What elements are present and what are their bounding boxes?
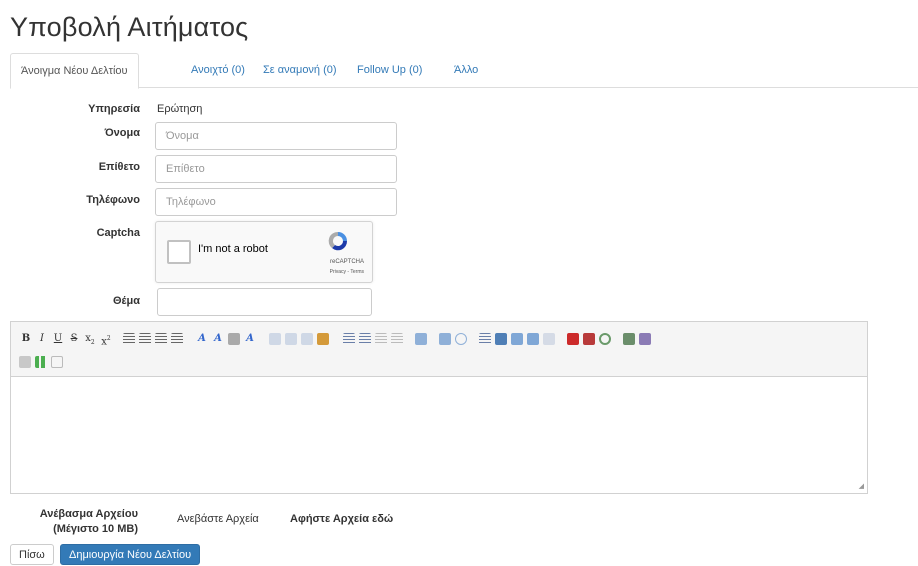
message-editor: B I U S x2 x2 A A A ◢: [10, 321, 868, 494]
table-icon[interactable]: [495, 333, 507, 345]
recaptcha-links[interactable]: Privacy - Terms: [330, 269, 364, 275]
rtl-icon[interactable]: [639, 333, 651, 345]
upload-label: Ανέβασμα Αρχείου (Μέγιστο 10 MB): [10, 507, 138, 537]
numbered-list-icon[interactable]: [359, 333, 371, 345]
align-left-icon[interactable]: [123, 333, 135, 345]
recaptcha-widget: I'm not a robot reCAPTCHA Privacy - Term…: [155, 221, 373, 283]
tab-open[interactable]: Ανοιχτό (0): [191, 53, 245, 86]
blocks-icon[interactable]: [35, 356, 47, 368]
service-value: Ερώτηση: [157, 103, 203, 115]
print-icon[interactable]: [19, 356, 31, 368]
paste-icon[interactable]: [301, 333, 313, 345]
name-label: Όνομα: [104, 127, 140, 139]
preview-icon[interactable]: [51, 356, 63, 368]
bold-icon[interactable]: B: [19, 332, 33, 346]
font-color-icon[interactable]: A: [195, 332, 209, 346]
recaptcha-brand: reCAPTCHA: [329, 259, 364, 265]
tab-pending[interactable]: Σε αναμονή (0): [263, 53, 337, 86]
phone-label: Τηλέφωνο: [86, 194, 140, 206]
remove-format-icon[interactable]: A: [243, 332, 257, 346]
align-justify-icon[interactable]: [171, 333, 183, 345]
editor-toolbar: B I U S x2 x2 A A A: [11, 322, 867, 377]
image-icon[interactable]: [511, 333, 523, 345]
horizontal-rule-icon[interactable]: [479, 333, 491, 345]
youtube-icon[interactable]: [567, 333, 579, 345]
align-center-icon[interactable]: [139, 333, 151, 345]
tab-new-ticket[interactable]: Άνοιγμα Νέου Δελτίου: [10, 53, 139, 89]
editor-body[interactable]: [11, 377, 867, 493]
page-title: Υποβολή Αιτήματος: [10, 12, 249, 42]
surname-field[interactable]: Επίθετο: [155, 155, 397, 183]
surname-label: Επίθετο: [98, 161, 140, 173]
copy-icon[interactable]: [285, 333, 297, 345]
bullet-list-icon[interactable]: [343, 333, 355, 345]
strikethrough-icon[interactable]: S: [67, 332, 81, 346]
format-icon[interactable]: [228, 333, 240, 345]
captcha-checkbox[interactable]: [167, 240, 191, 264]
indent-icon[interactable]: [391, 333, 403, 345]
tab-follow-up[interactable]: Follow Up (0): [357, 53, 422, 86]
captcha-checkbox-label: I'm not a robot: [198, 243, 268, 255]
resize-handle-icon[interactable]: ◢: [859, 482, 864, 490]
captcha-label: Captcha: [96, 227, 140, 239]
time-icon[interactable]: [599, 333, 611, 345]
create-ticket-button[interactable]: Δημιουργία Νέου Δελτίου: [60, 544, 201, 565]
date-icon[interactable]: [583, 333, 595, 345]
ltr-icon[interactable]: [623, 333, 635, 345]
comment-icon[interactable]: [455, 333, 467, 345]
upload-files-link[interactable]: Ανεβάστε Αρχεία: [177, 513, 259, 525]
name-field[interactable]: Όνομα: [155, 122, 397, 150]
font-size-icon[interactable]: A: [211, 332, 225, 346]
service-label: Υπηρεσία: [88, 103, 140, 115]
tab-bar: Άνοιγμα Νέου Δελτίου Ανοιχτό (0) Σε αναμ…: [10, 53, 918, 89]
underline-icon[interactable]: U: [51, 332, 65, 346]
superscript-icon[interactable]: x2: [99, 332, 113, 347]
align-right-icon[interactable]: [155, 333, 167, 345]
link-icon[interactable]: [527, 333, 539, 345]
upload-label-line2: (Μέγιστο 10 MB): [53, 523, 138, 535]
phone-field[interactable]: Τηλέφωνο: [155, 188, 397, 216]
blockquote-icon[interactable]: [415, 333, 427, 345]
subject-label: Θέμα: [112, 295, 140, 307]
recaptcha-logo-icon: [328, 231, 348, 251]
unlink-icon[interactable]: [543, 333, 555, 345]
upload-label-line1: Ανέβασμα Αρχείου: [39, 508, 138, 520]
paste-word-icon[interactable]: [317, 333, 329, 345]
outdent-icon[interactable]: [375, 333, 387, 345]
subject-field[interactable]: [157, 288, 372, 316]
tab-other[interactable]: Άλλο: [454, 53, 478, 86]
italic-icon[interactable]: I: [35, 332, 49, 346]
find-icon[interactable]: [439, 333, 451, 345]
back-button[interactable]: Πίσω: [10, 544, 54, 565]
cut-icon[interactable]: [269, 333, 281, 345]
drop-zone[interactable]: Αφήστε Αρχεία εδώ: [290, 513, 393, 525]
subscript-icon[interactable]: x2: [83, 332, 97, 346]
